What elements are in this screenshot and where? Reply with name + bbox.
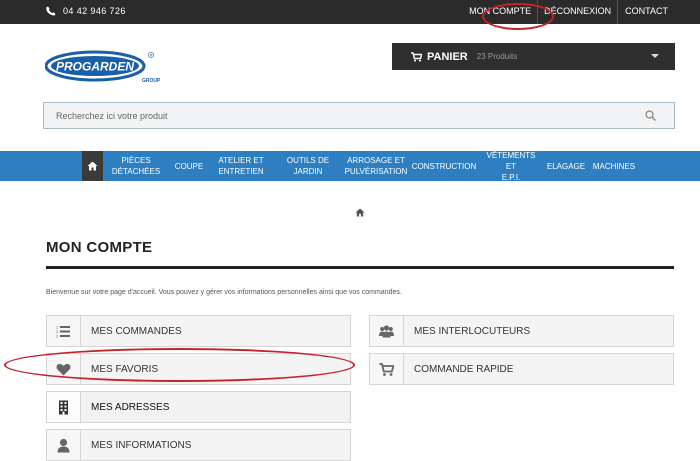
mes-interlocuteurs-button[interactable]: MES INTERLOCUTEURS xyxy=(369,315,674,347)
phone-number: 04 42 946 726 xyxy=(63,6,126,16)
nav-item-machines[interactable]: MACHINES xyxy=(592,151,636,181)
nav-item-pieces-detachees[interactable]: PIÈCES DÉTACHÉES xyxy=(108,151,164,181)
nav-item-label: OUTILS DE xyxy=(286,156,330,165)
progarden-logo[interactable]: PROGARDEN GROUP R xyxy=(44,49,161,85)
annotation-ellipse xyxy=(482,3,554,30)
user-icon xyxy=(57,438,70,452)
top-bar: 04 42 946 726 MON COMPTE DÉCONNEXION CON… xyxy=(0,0,700,24)
search-icon[interactable] xyxy=(645,110,656,121)
page-title: MON COMPTE xyxy=(46,239,153,256)
tile-icon-box xyxy=(370,354,404,384)
nav-item-vetements-epi[interactable]: VÊTEMENTS ET E.P.I. xyxy=(481,150,541,182)
mes-commandes-button[interactable]: 1 2 3 MES COMMANDES xyxy=(46,315,351,347)
nav-item-coupe[interactable]: COUPE xyxy=(170,151,208,181)
commande-rapide-button[interactable]: COMMANDE RAPIDE xyxy=(369,353,674,385)
nav-item-label: CONSTRUCTION xyxy=(411,161,477,171)
cart-count: 23 Produits xyxy=(476,52,518,61)
tile-label: COMMANDE RAPIDE xyxy=(414,363,514,375)
tile-icon-box xyxy=(47,392,81,422)
nav-item-label: ENTRETIEN xyxy=(218,167,264,176)
nav-item-label: E.P.I. xyxy=(501,172,521,182)
tile-label: MES INTERLOCUTEURS xyxy=(414,325,531,337)
users-icon xyxy=(379,324,394,337)
divider xyxy=(46,266,674,269)
tile-icon-box: 1 2 3 xyxy=(47,316,81,346)
mes-adresses-button[interactable]: MES ADRESSES xyxy=(46,391,351,423)
cart-label: PANIER xyxy=(427,50,468,63)
nav-item-label: JARDIN xyxy=(293,167,323,176)
nav-item-label: DÉTACHÉES xyxy=(111,167,161,176)
cart-icon xyxy=(411,51,422,62)
tile-icon-box xyxy=(47,430,81,460)
phone-contact: 04 42 946 726 xyxy=(46,6,126,16)
phone-icon xyxy=(46,6,56,16)
breadcrumb-home-icon[interactable] xyxy=(355,208,365,217)
nav-item-arrosage-pulverisation[interactable]: ARROSAGE ET PULVÉRISATION xyxy=(343,151,409,181)
cart-icon xyxy=(379,362,394,376)
svg-text:R: R xyxy=(150,54,153,58)
tile-label: MES ADRESSES xyxy=(91,401,170,413)
list-icon: 1 2 3 xyxy=(56,324,70,338)
tile-icon-box xyxy=(370,316,404,346)
svg-text:GROUP: GROUP xyxy=(142,78,160,84)
mes-informations-button[interactable]: MES INFORMATIONS xyxy=(46,429,351,461)
tile-label: MES COMMANDES xyxy=(91,325,182,337)
welcome-text: Bienvenue sur votre page d'accueil. Vous… xyxy=(46,289,402,296)
svg-text:PROGARDEN: PROGARDEN xyxy=(56,60,134,74)
nav-item-label: MACHINES xyxy=(592,161,636,171)
nav-item-construction[interactable]: CONSTRUCTION xyxy=(412,151,476,181)
nav-item-outils-jardin[interactable]: OUTILS DE JARDIN xyxy=(282,151,334,181)
nav-item-label: ARROSAGE ET xyxy=(347,156,405,165)
nav-item-elagage[interactable]: ELAGAGE xyxy=(546,151,586,181)
chevron-down-icon xyxy=(651,54,659,58)
svg-text:3: 3 xyxy=(56,333,59,338)
search-input[interactable] xyxy=(44,103,624,128)
nav-item-atelier-entretien[interactable]: ATELIER ET ENTRETIEN xyxy=(214,151,268,181)
tile-label: MES INFORMATIONS xyxy=(91,439,192,451)
contact-link[interactable]: CONTACT xyxy=(618,0,700,24)
building-icon xyxy=(59,400,68,414)
search-bar xyxy=(43,102,675,129)
nav-item-label: ATELIER ET xyxy=(218,156,264,165)
nav-item-label: VÊTEMENTS ET xyxy=(486,150,536,171)
annotation-ellipse xyxy=(4,348,355,382)
nav-item-label: ELAGAGE xyxy=(546,161,586,171)
home-icon xyxy=(87,161,98,171)
nav-item-label: PIÈCES xyxy=(121,156,151,165)
cart-button[interactable]: PANIER 23 Produits xyxy=(392,43,675,70)
nav-home[interactable] xyxy=(82,151,103,181)
nav-item-label: PULVÉRISATION xyxy=(344,167,408,176)
main-navigation: PIÈCES DÉTACHÉES COUPE ATELIER ET ENTRETIE… xyxy=(0,150,700,182)
nav-item-label: COUPE xyxy=(174,161,204,171)
